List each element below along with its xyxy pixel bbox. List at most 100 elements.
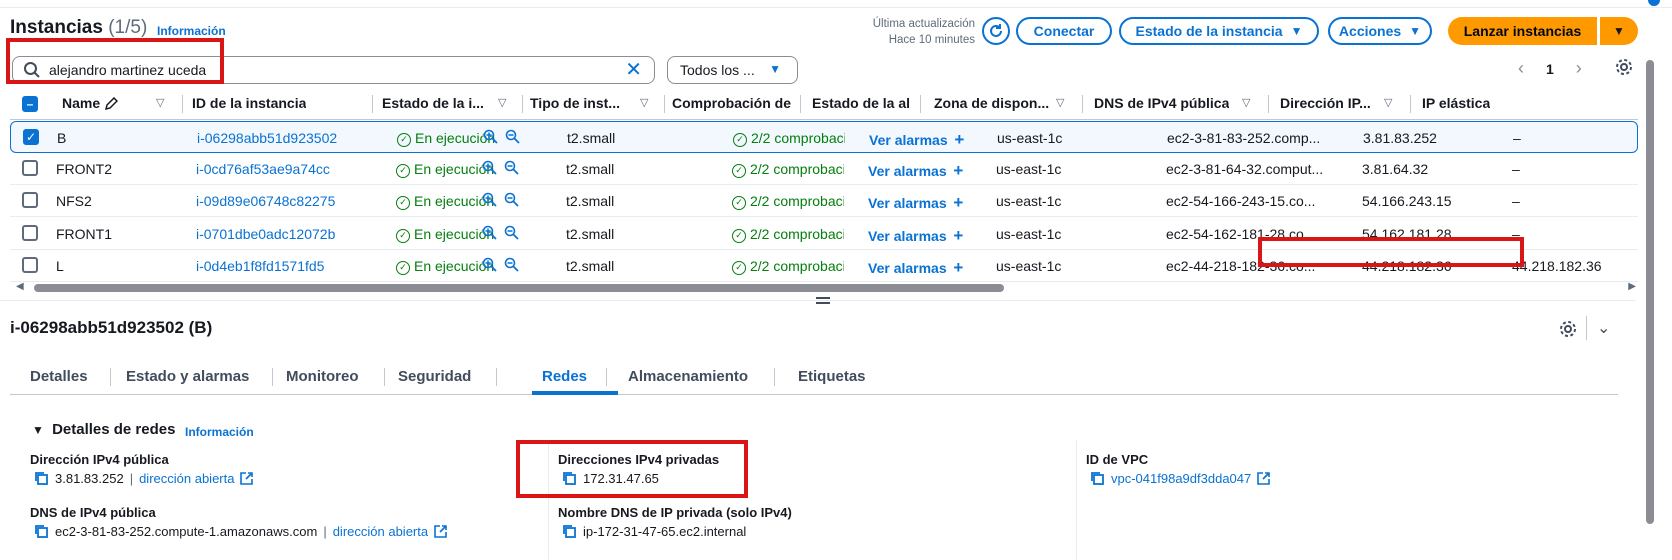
external-link-icon[interactable]: [434, 525, 447, 538]
column-divider: [920, 95, 921, 113]
table-row[interactable]: NFS2 i-09d89e06748c82275 ✓ En ejecución t2.s…: [10, 185, 1638, 218]
caret-down-icon: ▼: [1290, 24, 1303, 38]
plus-icon[interactable]: +: [949, 161, 963, 180]
current-page[interactable]: 1: [1546, 61, 1554, 77]
open-address-link[interactable]: dirección abierta: [333, 524, 428, 539]
row-checkbox[interactable]: ✓: [23, 129, 39, 145]
scroll-left-icon[interactable]: ◀: [16, 281, 24, 292]
active-tab-indicator: [532, 391, 618, 395]
scrollbar-thumb[interactable]: [1646, 60, 1654, 524]
sort-icon[interactable]: ▽: [640, 96, 648, 109]
zoom-out-icon[interactable]: [504, 225, 519, 240]
section-info-link[interactable]: Información: [185, 425, 254, 439]
copy-icon[interactable]: [1090, 471, 1105, 486]
plus-icon[interactable]: +: [949, 258, 963, 277]
sort-icon[interactable]: ▽: [1056, 96, 1064, 109]
chevron-down-icon[interactable]: ⌄: [1597, 318, 1610, 338]
cell-text: t2.small: [566, 193, 615, 210]
column-header[interactable]: Zona de dispon...: [934, 95, 1049, 111]
cell-check: ✓ 2/2 comprobacior: [732, 193, 844, 211]
launch-dropdown-button[interactable]: ▼: [1600, 17, 1638, 45]
tab-monitoring[interactable]: Monitoreo: [286, 368, 359, 385]
tab-security[interactable]: Seguridad: [398, 368, 471, 385]
zoom-in-icon[interactable]: [483, 129, 498, 144]
filter-select[interactable]: Todos los ... ▼: [667, 56, 798, 84]
open-address-link[interactable]: dirección abierta: [139, 471, 234, 486]
column-header[interactable]: Tipo de inst...: [530, 95, 630, 111]
cell-alarm[interactable]: Ver alarmas +: [868, 193, 963, 213]
table-row[interactable]: FRONT2 i-0cd76af53ae9a74cc ✓ En ejecución t2…: [10, 153, 1638, 186]
cell-text: FRONT1: [56, 225, 112, 242]
zoom-in-icon[interactable]: [482, 192, 497, 208]
row-checkbox[interactable]: [22, 224, 38, 241]
next-page-icon[interactable]: ›: [1576, 58, 1582, 79]
launch-instances-button[interactable]: Lanzar instancias: [1448, 17, 1597, 45]
column-header[interactable]: ID de la instancia: [192, 95, 306, 111]
scrollbar-thumb[interactable]: [34, 284, 1004, 292]
clear-icon[interactable]: ✕: [625, 59, 642, 81]
zoom-out-icon[interactable]: [504, 257, 519, 272]
refresh-button[interactable]: [982, 17, 1010, 45]
external-link-icon[interactable]: [1257, 472, 1271, 485]
cell-id[interactable]: i-0701dbe0adc12072b: [196, 226, 335, 242]
cell-id[interactable]: i-09d89e06748c82275: [196, 193, 335, 209]
scroll-right-icon[interactable]: ▶: [1628, 281, 1636, 292]
sort-icon[interactable]: ▽: [1242, 96, 1250, 109]
plus-icon[interactable]: +: [950, 130, 964, 149]
column-header[interactable]: Name: [62, 95, 100, 111]
zoom-in-icon[interactable]: [482, 225, 497, 240]
settings-icon[interactable]: [1558, 319, 1578, 339]
cell-alarm[interactable]: Ver alarmas +: [868, 258, 963, 278]
column-header[interactable]: DNS de IPv4 pública: [1094, 95, 1229, 111]
select-all-checkbox[interactable]: –: [22, 96, 38, 112]
previous-page-icon[interactable]: ‹: [1518, 58, 1524, 79]
column-header[interactable]: Dirección IP...: [1280, 95, 1375, 111]
row-checkbox[interactable]: [22, 160, 38, 177]
zoom-in-icon[interactable]: [482, 160, 497, 175]
settings-icon[interactable]: [1614, 57, 1634, 77]
column-header[interactable]: Estado de la i...: [382, 95, 487, 111]
cell-id[interactable]: i-06298abb51d923502: [197, 130, 337, 146]
horizontal-scrollbar[interactable]: ◀ ▶: [16, 281, 1636, 292]
zoom-in-icon[interactable]: [482, 257, 497, 272]
copy-icon[interactable]: [562, 524, 577, 539]
column-header[interactable]: Estado de la al: [812, 95, 912, 111]
row-checkbox[interactable]: [22, 192, 38, 209]
column-header[interactable]: IP elástica: [1422, 95, 1490, 111]
info-link[interactable]: Información: [157, 24, 226, 38]
cell-alarm[interactable]: Ver alarmas +: [868, 161, 963, 181]
tab-storage[interactable]: Almacenamiento: [628, 368, 748, 385]
tab-details[interactable]: Detalles: [30, 368, 88, 385]
split-drag-handle[interactable]: [816, 297, 830, 307]
check-circle-icon: ✓: [732, 196, 746, 211]
column-divider: [1268, 95, 1269, 113]
plus-icon[interactable]: +: [949, 226, 963, 245]
section-title[interactable]: ▼ Detalles de redes: [32, 421, 175, 438]
plus-icon[interactable]: +: [949, 193, 963, 212]
cell-alarm[interactable]: Ver alarmas +: [868, 226, 963, 246]
row-checkbox[interactable]: [22, 256, 38, 273]
cell-text: 2/2 comprobacior: [750, 161, 844, 178]
instance-state-button[interactable]: Estado de la instancia ▼: [1119, 17, 1319, 45]
sort-icon[interactable]: ▽: [498, 96, 506, 109]
vpc-link[interactable]: vpc-041f98a9df3dda047: [1111, 471, 1251, 486]
connect-button[interactable]: Conectar: [1016, 17, 1112, 45]
tab-tags[interactable]: Etiquetas: [798, 368, 866, 385]
sort-icon[interactable]: ▽: [1384, 96, 1392, 109]
cell-alarm[interactable]: Ver alarmas +: [869, 130, 964, 150]
cell-id[interactable]: i-0d4eb1f8fd1571fd5: [196, 258, 324, 274]
zoom-out-icon[interactable]: [504, 160, 519, 175]
vertical-scrollbar[interactable]: [1640, 0, 1660, 560]
zoom-out-icon[interactable]: [505, 129, 520, 144]
tab-status-alarms[interactable]: Estado y alarmas: [126, 368, 249, 385]
sort-icon[interactable]: ▽: [156, 96, 164, 109]
actions-button[interactable]: Acciones ▼: [1328, 17, 1432, 45]
table-row[interactable]: ✓ Bi-06298abb51d923502 ✓ En ejecución t2.sma…: [10, 121, 1638, 153]
copy-icon[interactable]: [34, 471, 49, 486]
external-link-icon[interactable]: [240, 472, 254, 485]
copy-icon[interactable]: [34, 524, 49, 539]
cell-id[interactable]: i-0cd76af53ae9a74cc: [196, 161, 330, 177]
tab-networking[interactable]: Redes: [542, 368, 587, 385]
zoom-out-icon[interactable]: [504, 192, 519, 208]
column-header[interactable]: Comprobación de: [672, 95, 792, 111]
